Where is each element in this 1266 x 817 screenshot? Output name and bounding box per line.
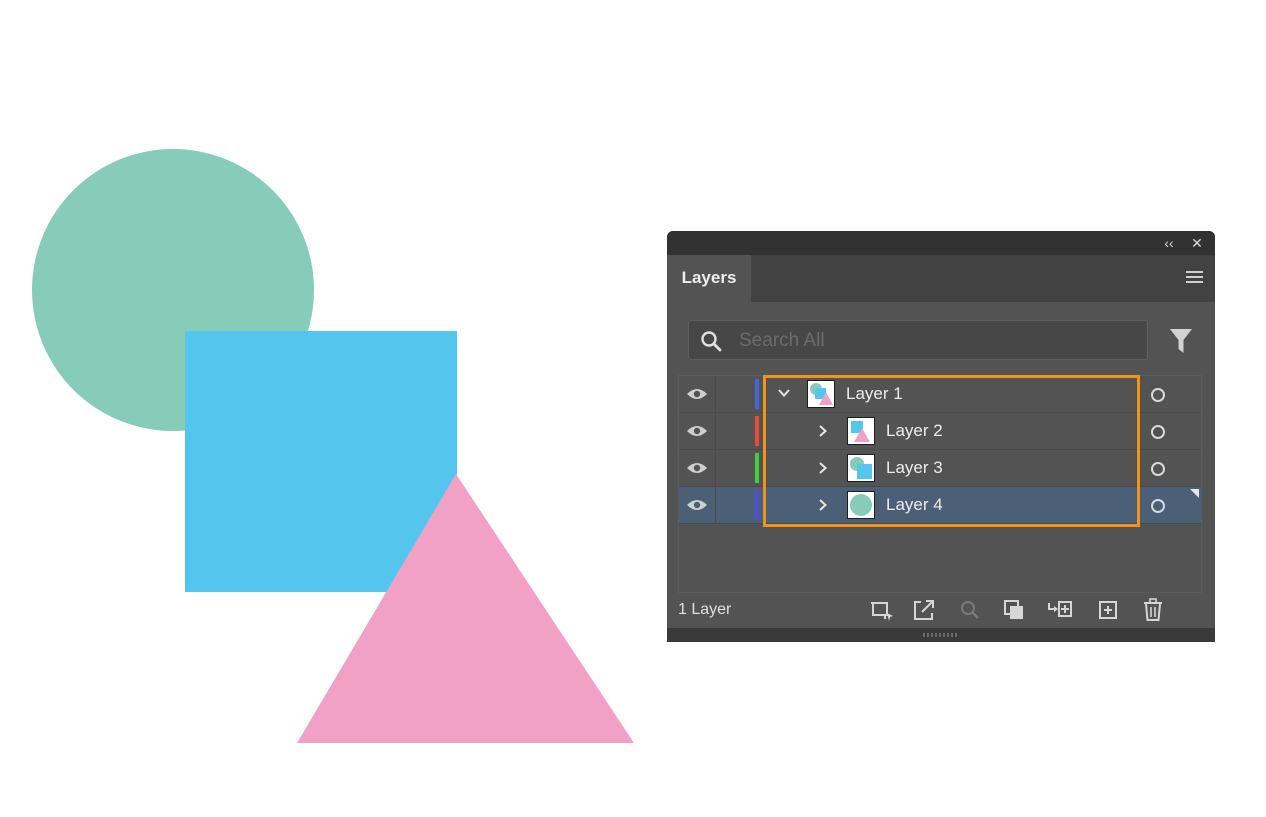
- layer-name[interactable]: Layer 3: [886, 458, 943, 478]
- lock-column[interactable]: [715, 487, 716, 523]
- layer-color-swatch: [755, 379, 759, 409]
- new-layer-icon[interactable]: [1095, 597, 1121, 623]
- target-circle-icon[interactable]: [1151, 462, 1165, 476]
- selection-corner-indicator: [1190, 489, 1199, 498]
- layer-thumbnail: [847, 454, 875, 482]
- layer-row-3[interactable]: Layer 3: [679, 450, 1201, 487]
- panel-title-bar[interactable]: ‹‹ ✕: [667, 231, 1215, 255]
- collect-export-icon[interactable]: [869, 597, 895, 623]
- visibility-eye-icon[interactable]: [686, 498, 708, 512]
- tab-layers[interactable]: Layers: [667, 255, 751, 302]
- collapse-panel-icon[interactable]: ‹‹: [1161, 234, 1177, 252]
- lock-column[interactable]: [715, 376, 716, 412]
- close-panel-icon[interactable]: ✕: [1189, 234, 1205, 252]
- chevron-right-icon[interactable]: [817, 461, 829, 475]
- visibility-eye-icon[interactable]: [686, 461, 708, 475]
- layer-thumbnail: [847, 491, 875, 519]
- target-circle-icon[interactable]: [1151, 499, 1165, 513]
- clipping-mask-icon[interactable]: [1001, 597, 1027, 623]
- visibility-eye-icon[interactable]: [686, 387, 708, 401]
- new-sublayer-icon[interactable]: [1047, 597, 1073, 623]
- target-circle-icon[interactable]: [1151, 388, 1165, 402]
- layer-thumbnail: [807, 380, 835, 408]
- panel-tab-bar: Layers: [667, 255, 1215, 302]
- layer-color-swatch: [755, 490, 759, 520]
- locate-object-icon: [961, 601, 979, 619]
- filter-icon[interactable]: [1169, 328, 1193, 354]
- layer-row-4[interactable]: Layer 4: [679, 487, 1201, 524]
- layers-list: Layer 1 Layer 2 Layer 3 Layer 4: [678, 375, 1202, 593]
- layer-color-swatch: [755, 416, 759, 446]
- layer-thumbnail: [847, 417, 875, 445]
- trash-icon[interactable]: [1140, 597, 1166, 623]
- layer-name[interactable]: Layer 1: [846, 384, 903, 404]
- layer-color-swatch: [755, 453, 759, 483]
- search-input[interactable]: [737, 327, 1131, 355]
- layer-name[interactable]: Layer 2: [886, 421, 943, 441]
- panel-resize-grip[interactable]: [667, 628, 1215, 642]
- layer-row-2[interactable]: Layer 2: [679, 413, 1201, 450]
- export-icon[interactable]: [911, 597, 937, 623]
- chevron-right-icon[interactable]: [817, 424, 829, 438]
- panel-menu-icon[interactable]: [1186, 271, 1203, 285]
- layers-panel: ‹‹ ✕ Layers Search All Layer 1 Layer 2 L…: [667, 231, 1215, 642]
- layer-row-1[interactable]: Layer 1: [679, 376, 1201, 413]
- chevron-right-icon[interactable]: [817, 498, 829, 512]
- lock-column[interactable]: [715, 413, 716, 449]
- layer-search-box[interactable]: [688, 320, 1148, 360]
- layer-count: 1 Layer: [678, 601, 732, 618]
- visibility-eye-icon[interactable]: [686, 424, 708, 438]
- layer-name[interactable]: Layer 4: [886, 495, 943, 515]
- target-circle-icon[interactable]: [1151, 425, 1165, 439]
- search-icon: [701, 331, 722, 352]
- lock-column[interactable]: [715, 450, 716, 486]
- chevron-down-icon[interactable]: [777, 387, 791, 399]
